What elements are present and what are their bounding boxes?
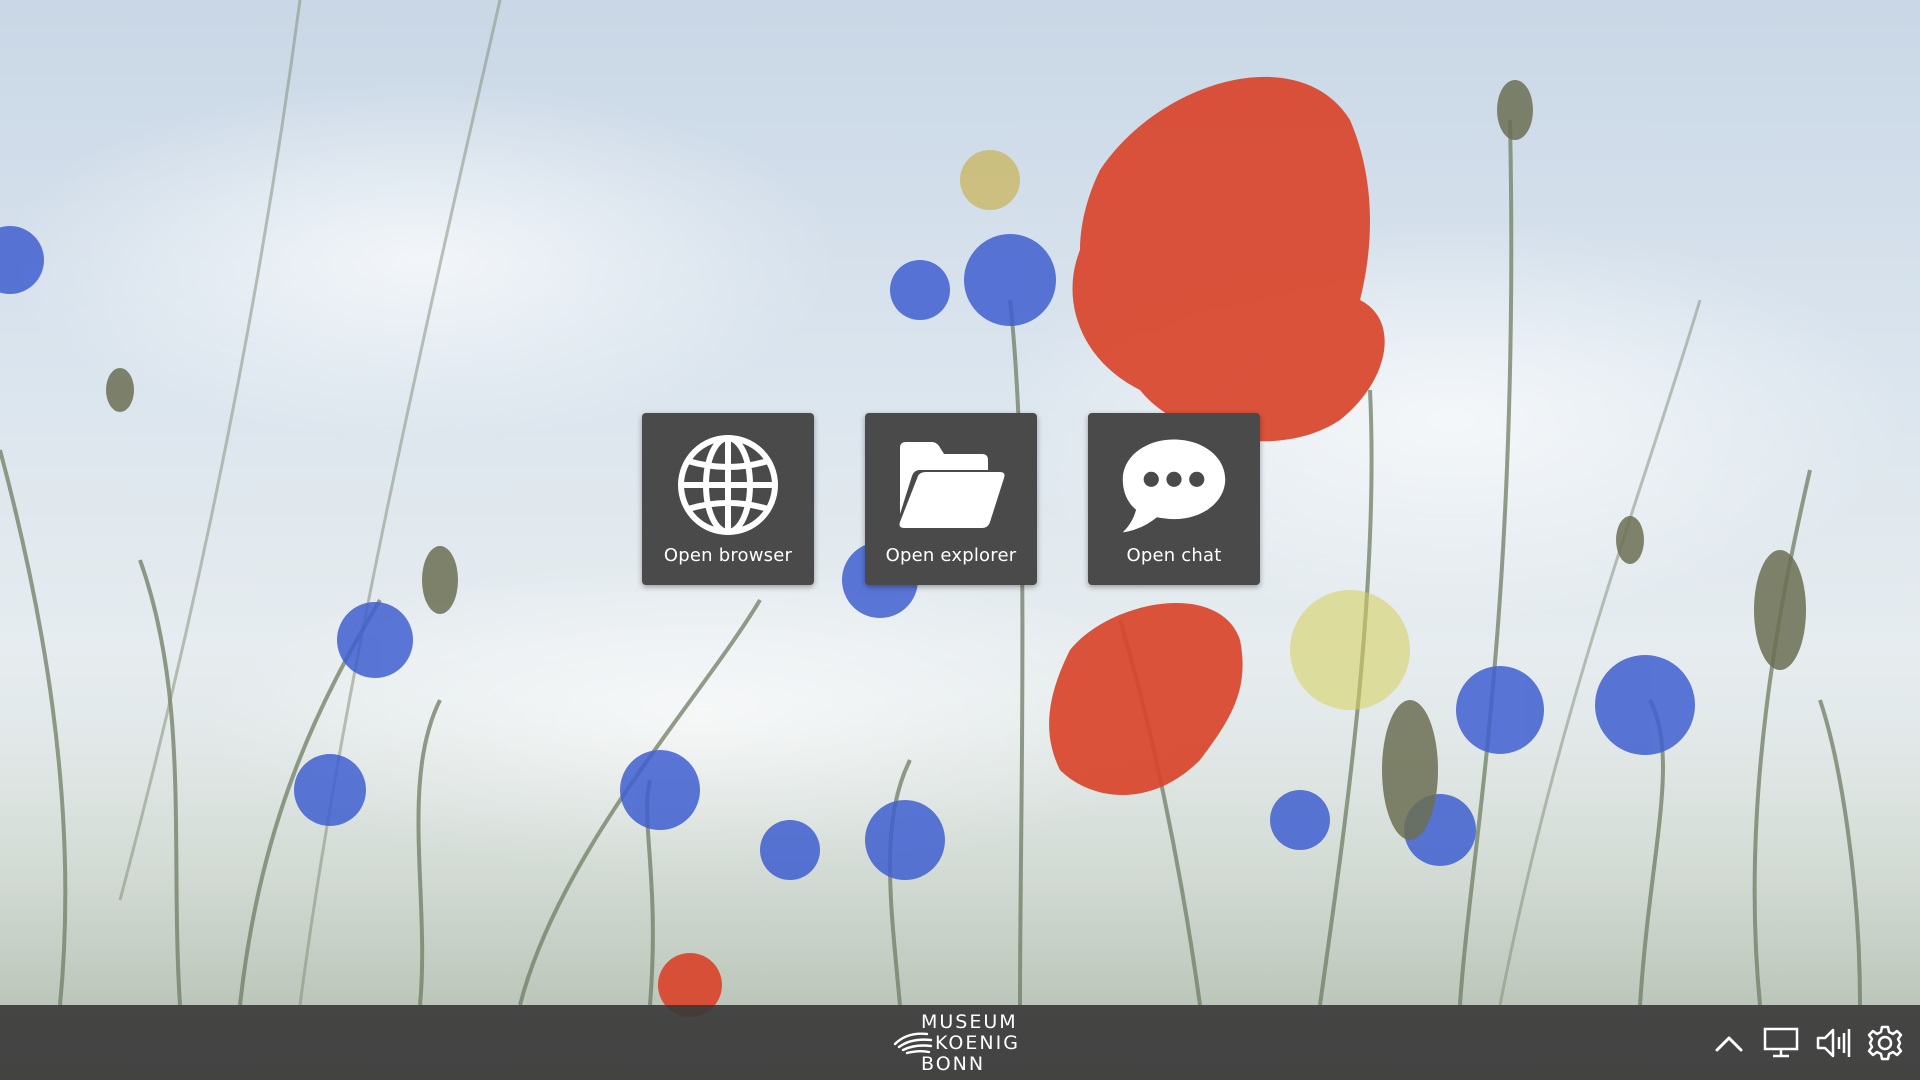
system-tray xyxy=(1710,1020,1904,1065)
launcher-group: Open browser Open explorer Open chat xyxy=(642,413,1260,585)
open-browser-label: Open browser xyxy=(663,545,793,566)
folder-icon xyxy=(896,433,1006,537)
monitor-icon[interactable] xyxy=(1762,1024,1800,1062)
wing-logo-icon xyxy=(893,1032,933,1055)
chat-bubble-icon xyxy=(1119,433,1229,537)
chevron-up-icon[interactable] xyxy=(1710,1024,1748,1062)
gear-icon[interactable] xyxy=(1866,1024,1904,1062)
desktop: Open browser Open explorer Open chat MUS… xyxy=(0,0,1920,1080)
open-chat-label: Open chat xyxy=(1126,545,1222,566)
open-chat-launcher[interactable]: Open chat xyxy=(1088,413,1260,585)
logo-line-3: BONN xyxy=(921,1052,986,1075)
globe-icon xyxy=(673,433,783,537)
open-explorer-launcher[interactable]: Open explorer xyxy=(865,413,1037,585)
speaker-icon[interactable] xyxy=(1814,1024,1852,1062)
museum-logo: MUSEUM KOENIG BONN xyxy=(893,1010,1033,1076)
open-browser-launcher[interactable]: Open browser xyxy=(642,413,814,585)
open-explorer-label: Open explorer xyxy=(885,545,1017,566)
